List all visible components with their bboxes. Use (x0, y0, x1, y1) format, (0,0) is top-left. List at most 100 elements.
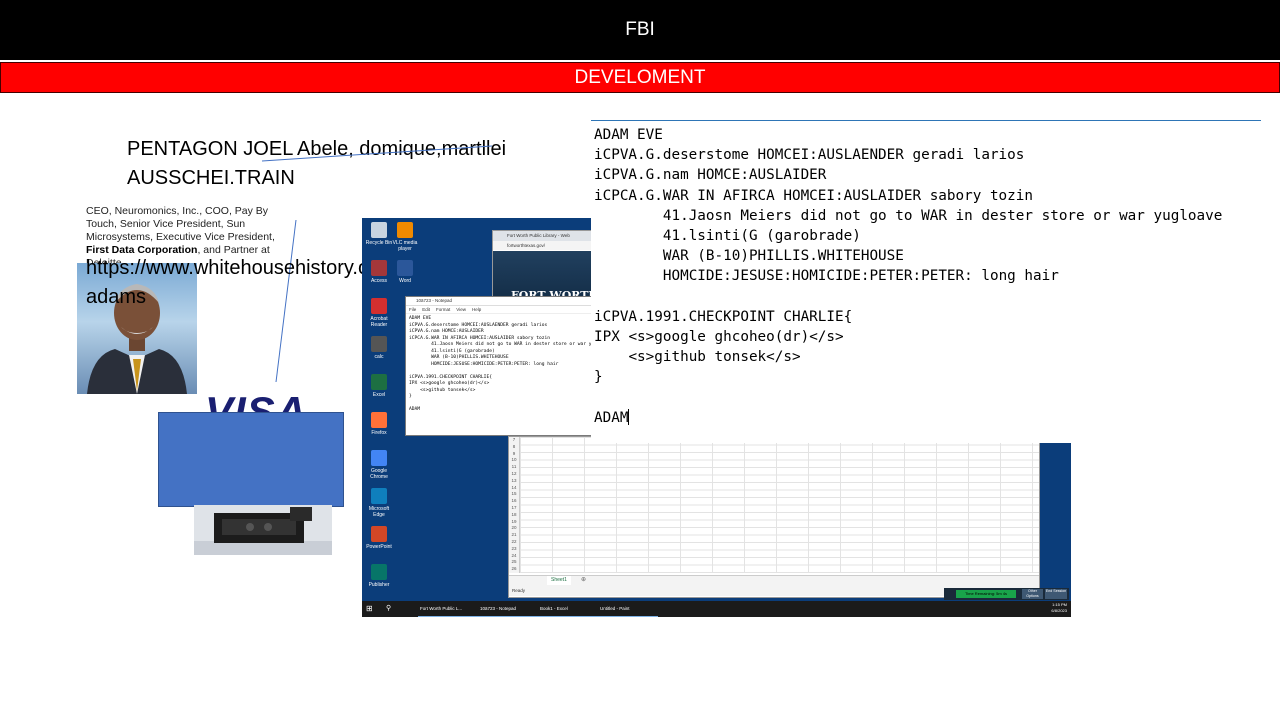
excel-row-number[interactable]: 9 (509, 451, 519, 458)
excel-icon[interactable]: Excel (364, 374, 394, 398)
browser-address-bar[interactable]: fortworthtexas.gov/ (493, 241, 603, 250)
desktop-icon-label: Word (399, 278, 411, 284)
session-bar: Time Remaining: 5m 4s Other Options End … (944, 588, 1069, 600)
chrome-icon[interactable]: Google Chrome (364, 450, 394, 480)
desktop-icon-label: Excel (372, 392, 386, 398)
cash-register-image (194, 505, 332, 555)
code-line-1: ADAM EVE (594, 127, 663, 143)
notepad-menu-help[interactable]: Help (472, 307, 481, 312)
notepad-content[interactable]: ADAM EVE iCPVA.G.deserstome HOMCEI:AUSLA… (406, 314, 611, 416)
excel-row-number[interactable]: 13 (509, 478, 519, 485)
np-line-10-pre: IPX (409, 381, 421, 386)
excel-row-number[interactable]: 24 (509, 553, 519, 560)
search-icon[interactable]: ⚲ (386, 604, 391, 614)
np-line-9: iCPVA.1991.CHECKPOINT CHARLIE{ (409, 374, 492, 380)
excel-row-number[interactable]: 8 (509, 444, 519, 451)
np-line-7: WAR (B-10)PHILLIS.WHITEHOUSE (431, 355, 509, 360)
excel-sheet-bar: Sheet1 ⊕ (509, 575, 1039, 585)
calc-icon[interactable]: calc (364, 336, 394, 360)
vlc-icon-glyph (397, 222, 413, 238)
code-line-11-strike: <s>github tonsek</s> (628, 349, 801, 366)
notepad-menu-format[interactable]: Format (436, 307, 450, 312)
code-line-4: iCPCA.G.WAR IN AFIRCA HOMCEI:AUSLAIDER s… (594, 187, 1033, 204)
excel-status: Ready (512, 588, 526, 593)
desktop-icon-label: VLC media player (392, 240, 418, 252)
excel-row-number[interactable]: 26 (509, 566, 519, 573)
excel-row-number[interactable]: 23 (509, 546, 519, 553)
taskbar-item[interactable]: Untitled - Paint (598, 601, 658, 617)
code-line-13: ADAM (594, 409, 629, 426)
code-text-panel: ADAM EVE iCPVA.G.deserstome HOMCEI:AUSLA… (591, 120, 1261, 443)
excel-row-number[interactable]: 22 (509, 539, 519, 546)
browser-tab[interactable]: Fort Worth Public Library - Web (493, 231, 603, 241)
np-line-1: ADAM EVE (409, 316, 432, 321)
acrobat-reader-icon[interactable]: Acrobat Reader (364, 298, 394, 328)
code-line-3: iCPVA.G.nam HOMCE:AUSLAIDER (594, 167, 827, 184)
start-icon[interactable]: ⊞ (366, 604, 373, 614)
excel-window: 7 8 9 10 11 12 13 14 15 16 17 18 19 20 21 22 23 24 25 26 Sh… (508, 436, 1040, 598)
blue-rectangle (158, 412, 344, 507)
vlc-icon[interactable]: VLC media player (390, 222, 420, 252)
edge-icon-glyph (371, 488, 387, 504)
publisher-icon-glyph (371, 564, 387, 580)
text-caret (628, 408, 630, 425)
np-line-11-strike: <s>github tonsek</s> (420, 387, 476, 393)
excel-row-number[interactable]: 11 (509, 464, 519, 471)
excel-icon-glyph (371, 374, 387, 390)
powerpoint-icon[interactable]: PowerPoint (364, 526, 394, 550)
desktop-icon-label: PowerPoint (366, 544, 392, 550)
excel-row-number[interactable]: 16 (509, 498, 519, 505)
taskbar-item[interactable]: Fort Worth Public L... (418, 601, 478, 617)
clock-time: 1:15 PM (1052, 602, 1067, 607)
excel-row-number[interactable]: 10 (509, 457, 519, 464)
excel-row-number[interactable]: 20 (509, 525, 519, 532)
code-line-6: 41.lsinti(G (garobrade) (662, 228, 861, 245)
access-icon-glyph (371, 260, 387, 276)
np-line-4: iCPCA.G.WAR IN AFIRCA HOMCEI:AUSLAIDER s… (409, 335, 551, 341)
excel-row-number[interactable]: 25 (509, 559, 519, 566)
end-session-button[interactable]: End Session (1045, 589, 1067, 599)
time-remaining: Time Remaining: 5m 4s (956, 590, 1016, 598)
excel-row-number[interactable]: 19 (509, 519, 519, 526)
excel-row-number[interactable]: 12 (509, 471, 519, 478)
notepad-menu: File Edit Format View Help (406, 306, 596, 314)
taskbar-item[interactable]: 10ä723 - Notepad (478, 601, 538, 617)
word-icon[interactable]: Word (390, 260, 420, 284)
desktop-icon-label: Microsoft Edge (368, 506, 390, 518)
code-line-10-strike: <s>google ghcoheo(dr)</s> (628, 329, 844, 346)
notepad-menu-view[interactable]: View (456, 307, 466, 312)
excel-grid[interactable] (520, 437, 1039, 573)
other-options-button[interactable]: Other Options (1022, 589, 1043, 599)
excel-row-number[interactable]: 14 (509, 485, 519, 492)
cash-register-illustration (194, 505, 332, 555)
excel-row-number[interactable]: 18 (509, 512, 519, 519)
windows-taskbar: ⊞ ⚲ Fort Worth Public L... 10ä723 - Notep… (362, 601, 1071, 617)
browser-window: Fort Worth Public Library - Web fortwort… (492, 230, 604, 302)
notepad-menu-file[interactable]: File (409, 307, 416, 312)
add-sheet-icon[interactable]: ⊕ (581, 576, 586, 585)
firefox-icon[interactable]: Firefox (364, 412, 394, 436)
np-line-6: 41.lsinti(G (garobrade) (431, 348, 495, 354)
excel-row-number[interactable]: 7 (509, 437, 519, 444)
word-icon-glyph (397, 260, 413, 276)
desktop-icon-label: Google Chrome (370, 468, 388, 480)
code-line-9: iCPVA.1991.CHECKPOINT CHARLIE{ (594, 308, 853, 325)
code-line-10-pre: IPX (594, 329, 629, 346)
taskbar-item[interactable]: Book1 - Excel (538, 601, 598, 617)
excel-row-number[interactable]: 15 (509, 491, 519, 498)
np-line-12: } (409, 394, 412, 399)
excel-row-number[interactable]: 17 (509, 505, 519, 512)
code-text[interactable]: ADAM EVE iCPVA.G.deserstome HOMCEI:AUSLA… (594, 125, 1222, 428)
annotation-line-1 (261, 145, 493, 162)
np-line-3: iCPVA.G.nam HOMCE:AUSLAIDER (409, 329, 484, 334)
notepad-menu-edit[interactable]: Edit (422, 307, 430, 312)
code-line-7: WAR (B-10)PHILLIS.WHITEHOUSE (662, 248, 904, 265)
taskbar-items: Fort Worth Public L... 10ä723 - Notepad Bo… (418, 601, 658, 617)
np-line-10-strike: <s>google ghcoheo(dr)</s> (420, 381, 490, 386)
chrome-icon-glyph (371, 450, 387, 466)
np-line-8: HOMCIDE:JESUSE:HOMICIDE:PETER:PETER: lon… (431, 361, 559, 367)
sheet-tab[interactable]: Sheet1 (547, 576, 571, 585)
edge-icon[interactable]: Microsoft Edge (364, 488, 394, 518)
excel-row-number[interactable]: 21 (509, 532, 519, 539)
publisher-icon[interactable]: Publisher (364, 564, 394, 588)
